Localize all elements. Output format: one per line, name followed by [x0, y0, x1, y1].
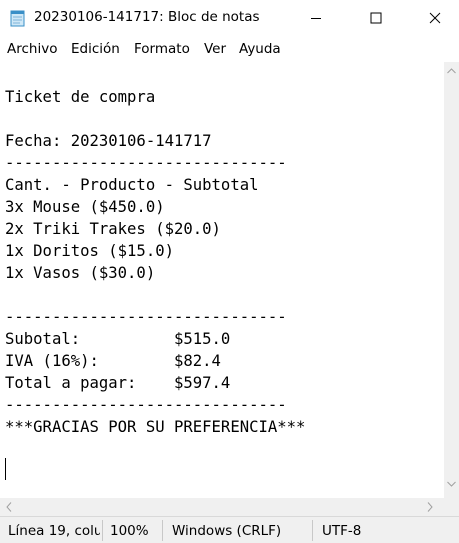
- text-editor[interactable]: Ticket de compra Fecha: 20230106-141717 …: [0, 62, 444, 498]
- line-header: Cant. - Producto - Subtotal: [5, 176, 259, 194]
- menu-ver[interactable]: Ver: [204, 41, 226, 57]
- scrollbar-corner: [444, 498, 459, 516]
- line-total: Total a pagar: $597.4: [5, 374, 231, 392]
- status-zoom: 100%: [110, 523, 149, 539]
- close-button[interactable]: [411, 0, 459, 36]
- line-item: 3x Mouse ($450.0): [5, 198, 165, 216]
- document-text[interactable]: Ticket de compra Fecha: 20230106-141717 …: [5, 86, 305, 438]
- line-item: 1x Doritos ($15.0): [5, 242, 174, 260]
- line-item: 1x Vasos ($30.0): [5, 264, 156, 282]
- scroll-up-icon[interactable]: [447, 68, 456, 74]
- menu-ayuda[interactable]: Ayuda: [239, 41, 281, 57]
- line-subtotal: Subotal: $515.0: [5, 330, 231, 348]
- horizontal-scrollbar[interactable]: [0, 498, 444, 516]
- line-thanks: ***GRACIAS POR SU PREFERENCIA***: [5, 418, 306, 436]
- minimize-icon: [311, 18, 321, 19]
- close-icon: [429, 12, 441, 24]
- menu-edicion[interactable]: Edición: [71, 41, 120, 57]
- window-title: 20230106-141717: Bloc de notas: [34, 9, 260, 25]
- minimize-button[interactable]: [292, 0, 340, 36]
- text-caret: [5, 458, 6, 480]
- line-separator: ------------------------------: [5, 154, 287, 172]
- title-bar[interactable]: 20230106-141717: Bloc de notas: [0, 0, 459, 36]
- menu-formato[interactable]: Formato: [134, 41, 190, 57]
- line-separator: ------------------------------: [5, 396, 287, 414]
- line-iva: IVA (16%): $82.4: [5, 352, 221, 370]
- scroll-left-icon[interactable]: [6, 502, 12, 512]
- menu-bar: Archivo Edición Formato Ver Ayuda: [0, 36, 459, 62]
- status-divider: [102, 520, 103, 541]
- menu-archivo[interactable]: Archivo: [7, 41, 57, 57]
- status-position: Línea 19, colu: [8, 523, 100, 539]
- line-fecha: Fecha: 20230106-141717: [5, 132, 212, 150]
- line-ticket-title: Ticket de compra: [5, 88, 156, 106]
- line-separator: ------------------------------: [5, 308, 287, 326]
- notepad-icon: [8, 9, 28, 27]
- scroll-right-icon[interactable]: [427, 502, 433, 512]
- maximize-button[interactable]: [352, 0, 400, 36]
- status-divider: [162, 520, 163, 541]
- status-divider: [312, 520, 313, 541]
- status-encoding: UTF-8: [322, 523, 362, 539]
- vertical-scrollbar[interactable]: [444, 62, 459, 498]
- line-item: 2x Triki Trakes ($20.0): [5, 220, 221, 238]
- status-line-ending: Windows (CRLF): [172, 523, 282, 539]
- status-bar: Línea 19, colu 100% Windows (CRLF) UTF-8: [0, 516, 459, 543]
- scroll-down-icon[interactable]: [447, 481, 456, 487]
- maximize-icon: [370, 12, 382, 24]
